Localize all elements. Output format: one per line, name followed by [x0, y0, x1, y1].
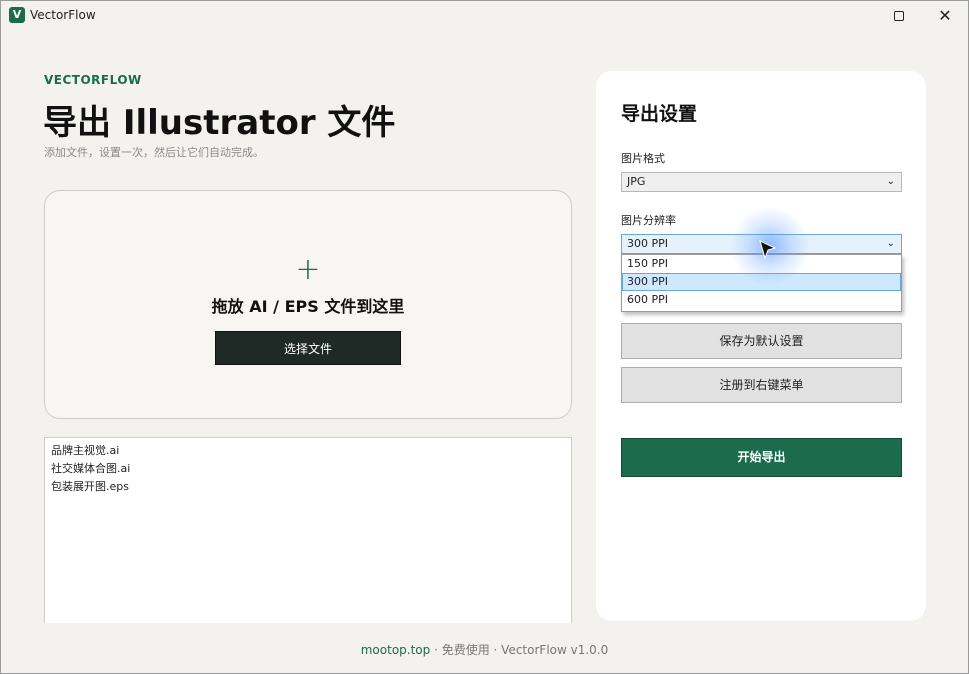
- chevron-down-icon: ⌄: [886, 238, 895, 249]
- maximize-icon: [894, 10, 904, 21]
- resolution-label: 图片分辨率: [621, 214, 676, 227]
- footer-separator: ·: [489, 643, 502, 657]
- title-bar[interactable]: V VectorFlow ✕: [1, 1, 968, 30]
- brand-label: VECTORFLOW: [44, 73, 142, 87]
- app-logo-icon: V: [9, 7, 25, 23]
- footer-version: VectorFlow v1.0.0: [501, 643, 609, 657]
- page-title: 导出 Illustrator 文件: [43, 103, 396, 143]
- window-title: VectorFlow: [30, 8, 96, 22]
- footer-free-text: 免费使用: [441, 643, 490, 657]
- format-select[interactable]: JPG ⌄: [621, 172, 902, 192]
- save-default-button[interactable]: 保存为默认设置: [621, 323, 902, 359]
- file-list-item[interactable]: 包装展开图.eps: [51, 478, 565, 496]
- dropzone-label: 拖放 AI / EPS 文件到这里: [211, 297, 405, 316]
- footer-separator: ·: [430, 643, 442, 657]
- close-icon: ✕: [938, 5, 952, 25]
- footer-link[interactable]: mootop.top: [361, 643, 431, 657]
- choose-file-button[interactable]: 选择文件: [215, 331, 401, 365]
- page-subtitle: 添加文件，设置一次，然后让它们自动完成。: [44, 146, 264, 159]
- format-select-value: JPG: [627, 175, 646, 188]
- file-list-item[interactable]: 品牌主视觉.ai: [51, 442, 565, 460]
- export-settings-panel: 导出设置 图片格式 JPG ⌄ 图片分辨率 300 PPI ⌄ 150 PPI …: [596, 71, 926, 621]
- app-window: V VectorFlow ✕ VECTORFLOW 导出 Illustrator…: [0, 0, 969, 674]
- resolution-option[interactable]: 600 PPI: [622, 291, 901, 309]
- settings-title: 导出设置: [621, 103, 698, 125]
- file-dropzone[interactable]: + 拖放 AI / EPS 文件到这里 选择文件: [44, 190, 572, 419]
- resolution-select-value: 300 PPI: [627, 237, 669, 250]
- plus-icon: +: [295, 252, 321, 287]
- file-list-item[interactable]: 社交媒体合图.ai: [51, 460, 565, 478]
- chevron-down-icon: ⌄: [886, 176, 895, 187]
- format-label: 图片格式: [621, 152, 665, 165]
- footer: mootop.top · 免费使用 · VectorFlow v1.0.0: [1, 641, 968, 658]
- start-export-button[interactable]: 开始导出: [621, 438, 902, 477]
- mouse-cursor-icon: [759, 240, 777, 260]
- file-list[interactable]: 品牌主视觉.ai 社交媒体合图.ai 包装展开图.eps: [44, 437, 572, 623]
- close-button[interactable]: ✕: [922, 1, 968, 30]
- register-context-menu-button[interactable]: 注册到右键菜单: [621, 367, 902, 403]
- maximize-button[interactable]: [876, 1, 922, 30]
